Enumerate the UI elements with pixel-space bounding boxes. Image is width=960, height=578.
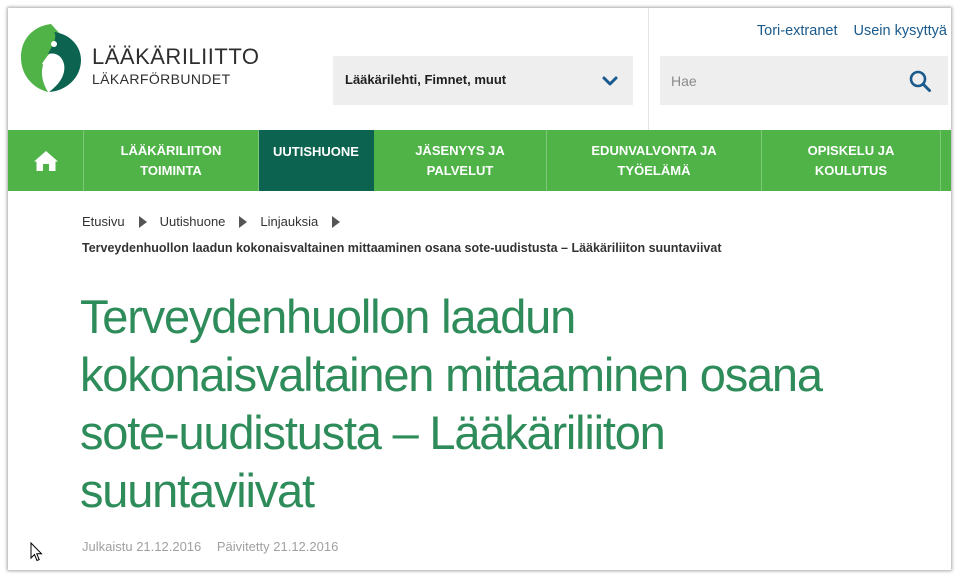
nav-item-label: EDUNVALVONTA JA [591,142,717,158]
logo-subtitle: LÄKARFÖRBUNDET [92,71,231,87]
faq-link[interactable]: Usein kysyttyä [854,23,947,39]
nav-item-label: JÄSENYYS JA [415,142,505,158]
services-dropdown[interactable]: Lääkärilehti, Fimnet, muut [333,56,633,105]
chevron-right-icon [138,215,147,228]
nav-item-edunvalvonta-ja-tyoelama[interactable]: EDUNVALVONTA JA TYÖELÄMÄ [547,130,762,191]
logo-title: LÄÄKÄRILIITTO [92,44,260,69]
main-navigation: LÄÄKÄRILIITON TOIMINTA UUTISHUONE JÄSENYY… [8,130,951,191]
nav-item-label: TYÖELÄMÄ [617,162,691,178]
nav-item-jasenyys-ja-palvelut[interactable]: JÄSENYYS JA PALVELUT [374,130,547,191]
top-links: Tori-extranet Usein kysyttyä [745,23,947,39]
search-box [660,56,948,105]
breadcrumb-uutishuone[interactable]: Uutishuone [160,214,226,229]
nav-item-label: TOIMINTA [140,162,202,178]
search-input[interactable] [660,56,911,105]
chevron-down-icon [602,76,618,86]
page-title: Terveydenhuollon laadun kokonaisvaltaine… [80,290,823,517]
breadcrumb-etusivu[interactable]: Etusivu [82,214,125,229]
nav-item-laakariliiton-toiminta[interactable]: LÄÄKÄRILIITON TOIMINTA [84,130,259,191]
nav-item-opiskelu-ja-koulutus[interactable]: OPISKELU JA KOULUTUS [762,130,941,191]
nav-home[interactable] [8,130,84,191]
article-dates: Julkaistu 21.12.2016 Päivitetty 21.12.20… [82,539,338,554]
search-icon[interactable] [908,69,932,93]
home-icon [33,150,58,171]
nav-item-label: LÄÄKÄRILIITON [120,142,222,158]
laakariliitto-logo-icon[interactable] [18,22,84,94]
breadcrumb-linjauksia[interactable]: Linjauksia [260,214,318,229]
updated-date: Päivitetty 21.12.2016 [216,539,339,554]
mouse-cursor-icon [30,542,43,562]
nav-item-label: UUTISHUONE [273,144,359,159]
chevron-right-icon [332,215,341,228]
site-header: LÄÄKÄRILIITTO LÄKARFÖRBUNDET Lääkärileht… [8,8,951,130]
tori-extranet-link[interactable]: Tori-extranet [757,23,838,39]
nav-item-label: KOULUTUS [814,162,888,178]
nav-item-label: PALVELUT [426,162,494,178]
dropdown-label: Lääkärilehti, Fimnet, muut [345,72,507,87]
browser-viewport: LÄÄKÄRILIITTO LÄKARFÖRBUNDET Lääkärileht… [8,8,951,570]
breadcrumb: Etusivu Uutishuone Linjauksia [82,214,353,229]
chevron-right-icon [239,215,248,228]
nav-item-label: OPISKELU JA [807,142,895,158]
published-date: Julkaistu 21.12.2016 [82,539,202,554]
header-divider [648,8,649,130]
breadcrumb-current: Terveydenhuollon laadun kokonaisvaltaine… [82,241,722,255]
nav-item-uutishuone[interactable]: UUTISHUONE [259,130,374,191]
